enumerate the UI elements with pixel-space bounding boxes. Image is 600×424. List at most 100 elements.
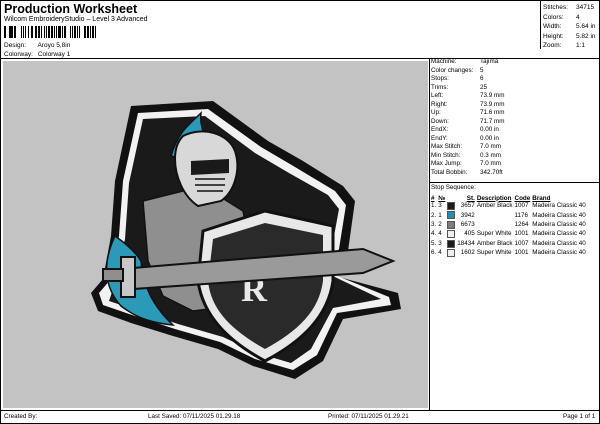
info-value: 5: [480, 66, 484, 74]
table-row: 5. 3 18434 Amber Black 1007 Madeira Classic 4…: [431, 239, 588, 249]
info-label: Max Jump:: [431, 160, 462, 167]
color-swatch-icon: [447, 248, 456, 257]
color-swatch: [447, 230, 457, 239]
description: Super White: [476, 249, 512, 257]
info-row: Down: 71.7 mm: [431, 118, 600, 127]
thread-brand: Madeira Classic 40: [532, 249, 586, 257]
color-swatch-icon: [447, 211, 456, 220]
info-label: Left:: [431, 92, 444, 99]
stat-row: Zoom: 1:1: [543, 41, 596, 51]
info-value: 25: [480, 83, 488, 91]
info-value: 71.6 mm: [480, 109, 505, 116]
color-swatch: [447, 211, 457, 220]
stitch-count: 3657: [460, 202, 475, 210]
stat-label: Colors:: [543, 13, 564, 21]
description: [477, 221, 515, 230]
info-row: Total Bobbin: 342.70ft: [431, 169, 600, 178]
needle-num: 2: [438, 221, 442, 229]
info-value: 7.0 mm: [480, 160, 501, 167]
needle-num: 3: [438, 202, 442, 210]
color-swatch-icon: [447, 202, 456, 210]
info-value: 73.9 mm: [480, 92, 505, 99]
info-label: Max Stitch:: [431, 143, 463, 150]
stitch-count: 1602: [460, 249, 475, 257]
thread-code: 1007: [514, 202, 529, 210]
info-row: Color changes: 5: [431, 67, 600, 76]
colorway-label: Colorway:: [4, 51, 33, 58]
description: Amber Black: [476, 202, 513, 210]
thread-brand: Madeira Classic 40: [532, 202, 586, 210]
stop-sequence-table: # № St. Description Code Brand 1. 3 3657 Am…: [431, 194, 588, 258]
info-label: Up:: [431, 109, 441, 116]
thread-code: 1264: [514, 221, 529, 229]
stop-num: 6.: [431, 249, 437, 257]
info-row: Right: 73.9 mm: [431, 101, 600, 110]
stop-num: 2.: [431, 211, 437, 219]
info-value: 7.0 mm: [480, 143, 501, 150]
info-row: Machine: Tajima: [431, 58, 600, 67]
info-row: Up: 71.6 mm: [431, 109, 600, 118]
stats-divider: [540, 0, 541, 49]
design-row: Design: Aroyo 5,8in: [4, 42, 70, 49]
worksheet-page: Production Worksheet Wilcom EmbroiderySt…: [0, 0, 600, 424]
thread-brand: Madeira Classic 40: [532, 221, 586, 229]
table-row: 6. 4 1602 Super White 1001 Madeira Classic 40: [431, 248, 588, 258]
printed-date: Printed: 07/11/2025 01.29.21: [328, 413, 409, 420]
info-label: Trims:: [431, 83, 449, 91]
stitch-count: 6673: [460, 221, 475, 229]
stat-label: Stitches:: [543, 4, 568, 11]
info-row: Max Stitch: 7.0 mm: [431, 143, 600, 152]
frame-left: [0, 0, 1, 424]
stop-num: 3.: [431, 221, 437, 229]
info-row: EndY: 0.00 in: [431, 135, 600, 144]
col-code-header: Code: [514, 194, 531, 202]
design-label: Design:: [4, 42, 27, 49]
info-row: Trims: 25: [431, 84, 600, 93]
color-swatch: [447, 239, 457, 249]
thread-brand: Madeira Classic 40: [532, 239, 586, 247]
color-swatch: [447, 202, 457, 211]
colorway-value: Colorway 1: [37, 51, 71, 58]
stat-row: Width: 5.64 in: [543, 22, 596, 32]
info-label: Machine:: [431, 58, 457, 65]
thread-brand: Madeira Classic 40: [532, 211, 586, 219]
color-swatch-icon: [447, 220, 456, 229]
design-value: Aroyo 5,8in: [37, 42, 71, 49]
barcode-bar: [96, 26, 98, 38]
stitch-count: 405: [464, 230, 475, 238]
panel-divider: [429, 58, 430, 410]
color-swatch: [447, 220, 457, 230]
color-swatch: [447, 248, 457, 258]
stop-num: 5.: [431, 239, 437, 247]
footer-divider: [0, 410, 600, 411]
stop-sequence-title: Stop Sequence:: [431, 184, 476, 191]
thread-code: 1176: [514, 211, 529, 219]
frame-top: [0, 0, 600, 1]
info-row: Min Stitch: 0.3 mm: [431, 152, 600, 161]
info-value: 6: [480, 75, 484, 82]
needle-num: 4: [438, 249, 442, 257]
table-row: 1. 3 3657 Amber Black 1007 Madeira Classic 40: [431, 202, 588, 211]
stat-value: 5.64 in: [576, 23, 596, 31]
barcode: [4, 26, 182, 38]
thread-brand: Madeira Classic 40: [532, 230, 586, 238]
stat-row: Colors: 4: [543, 13, 596, 23]
info-label: EndY:: [431, 134, 448, 142]
last-saved: Last Saved: 07/11/2025 01.29.18: [148, 413, 241, 420]
stitch-count: 3942: [460, 211, 475, 219]
info-label: Right:: [431, 100, 448, 108]
table-row: 4. 4 405 Super White 1001 Madeira Classic 40: [431, 230, 588, 239]
page-number: Page 1 of 1: [563, 413, 596, 420]
info-row: Left: 73.9 mm: [431, 92, 600, 101]
thread-code: 1001: [514, 230, 529, 238]
info-row: Max Jump: 7.0 mm: [431, 160, 600, 169]
col-num-header: #: [431, 194, 435, 202]
color-swatch-icon: [447, 230, 456, 239]
stop-num: 1.: [431, 202, 437, 210]
stat-row: Height: 5.82 in: [543, 32, 596, 42]
info-row: Stops: 6: [431, 75, 600, 84]
stat-label: Height:: [543, 32, 564, 40]
info-value: 0.3 mm: [480, 151, 501, 159]
stat-label: Width:: [543, 23, 562, 31]
info-label: Stops:: [431, 75, 449, 82]
